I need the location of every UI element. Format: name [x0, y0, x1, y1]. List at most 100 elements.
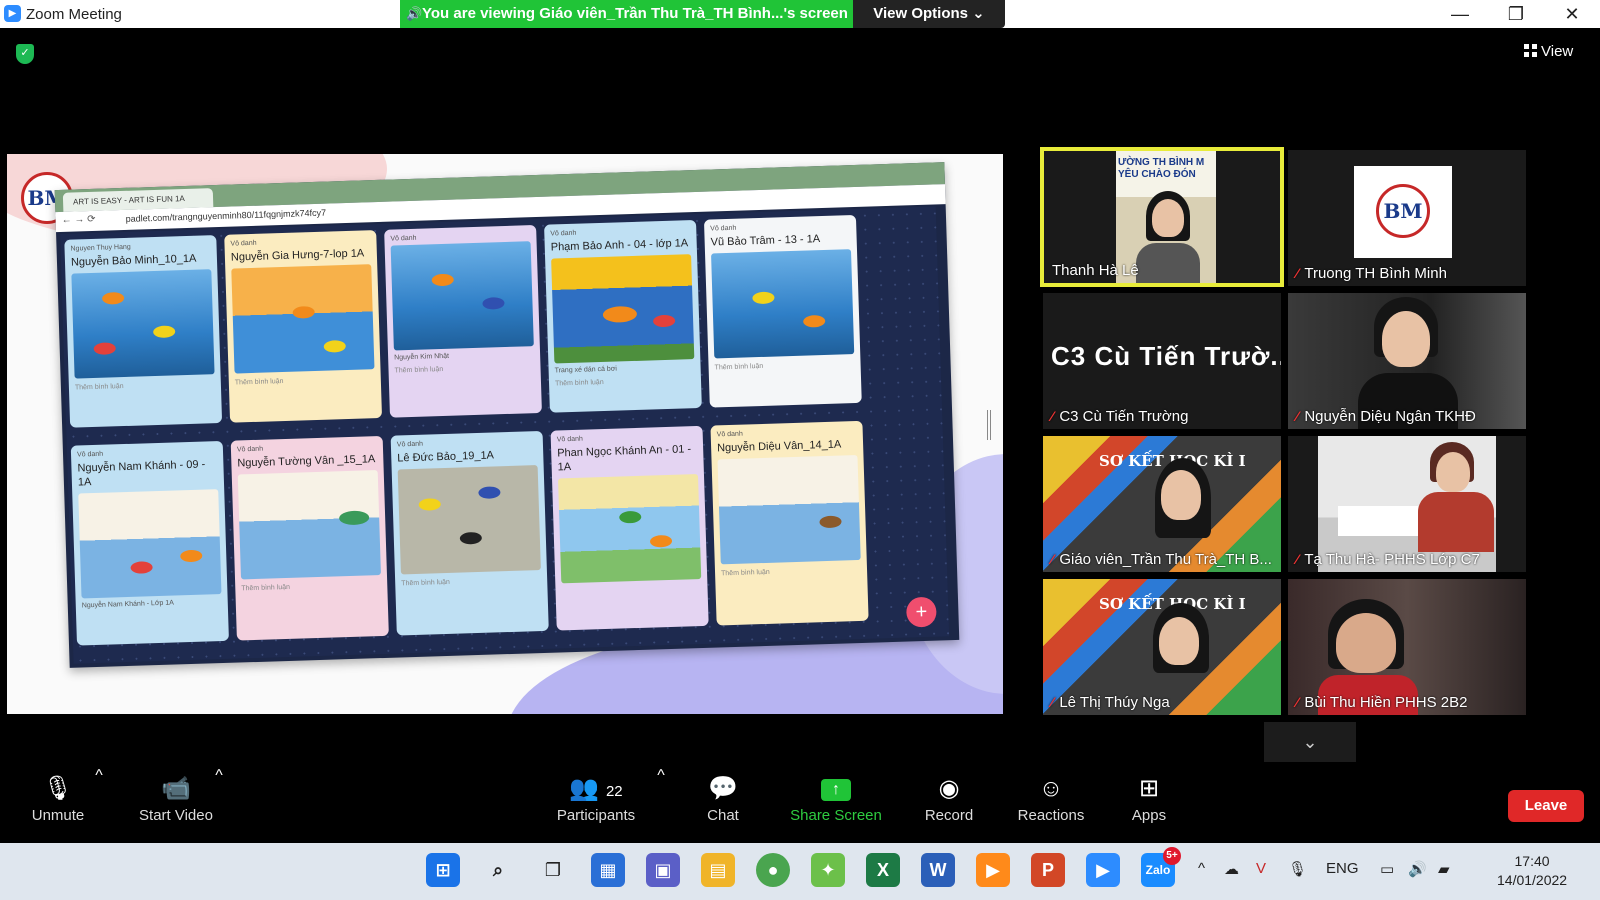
viewing-screen-banner: 🔊 You are viewing Giáo viên_Trần Thu Trà…: [400, 0, 853, 28]
zoom-icon[interactable]: ▶: [1086, 853, 1120, 887]
chat-icon: 💬: [708, 775, 738, 802]
artwork-image: [717, 455, 861, 565]
browser-nav-icons: ← → ⟳: [61, 213, 96, 226]
shared-screen: BM ART IS EASY - ART IS FUN 1A ← → ⟳ pad…: [7, 154, 1003, 714]
participant-name: Giáo viên_Trần Thu Trà_TH B...: [1059, 551, 1272, 568]
video-tile[interactable]: ⁄ Nguyễn Diệu Ngân TKHĐ: [1288, 293, 1526, 429]
artwork-image: [237, 470, 381, 580]
network-icon[interactable]: ▭: [1380, 860, 1394, 878]
padlet-board: Nguyen Thuy Hang Nguyễn Bảo Minh_10_1A T…: [60, 206, 950, 664]
artwork-image: [78, 489, 222, 599]
meeting-controls: 🎙 Unmute ^ 📹 Start Video ^ 👥 22 Particip…: [0, 767, 1600, 843]
apps-icon: ⊞: [1138, 775, 1160, 802]
video-tile[interactable]: ⁄ Tạ Thu Hà- PHHS Lớp C7: [1288, 436, 1526, 572]
notification-badge: 5+: [1163, 847, 1181, 865]
volume-icon[interactable]: 🔊: [1408, 860, 1427, 878]
app-icon[interactable]: ✦: [811, 853, 845, 887]
file-explorer-icon[interactable]: ▤: [701, 853, 735, 887]
encryption-shield-icon[interactable]: ✓: [16, 44, 34, 64]
zoom-logo-icon: ▶: [4, 5, 21, 22]
panel-splitter[interactable]: [987, 410, 991, 440]
v-app-icon[interactable]: V: [1256, 860, 1266, 877]
minimize-button[interactable]: —: [1432, 0, 1488, 28]
zalo-icon[interactable]: Zalo 5+: [1141, 847, 1181, 887]
padlet-card: Vô danh Nguyễn Kim Nhật Thêm bình luận: [384, 224, 542, 418]
view-options-button[interactable]: View Options ⌄: [853, 0, 1005, 28]
padlet-card: Vô danh Phan Ngọc Khánh An - 01 - 1A: [550, 425, 709, 631]
mic-muted-icon: ⁄: [1296, 551, 1299, 567]
media-player-icon[interactable]: ▶: [976, 853, 1010, 887]
video-options-caret-icon[interactable]: ^: [212, 767, 226, 843]
next-page-chevron-icon[interactable]: ⌄: [1264, 722, 1356, 762]
participant-name: Lê Thị Thúy Nga: [1059, 694, 1170, 711]
clock-date: 14/01/2022: [1497, 872, 1568, 888]
artwork-image: [231, 264, 375, 374]
participants-button[interactable]: 👥 22 Participants: [548, 767, 644, 843]
browser-url: padlet.com/trangnguyenminh80/11fqgnjmzk7…: [125, 207, 327, 224]
windows-start-icon[interactable]: ⊞: [426, 853, 460, 887]
windows-taskbar: ⊞ ⌕ ❐ ▦ ▣ ▤ ● ✦ X W ▶ P ▶ Zalo 5+ ^ ☁ V 🎙…: [0, 843, 1600, 900]
start-video-button[interactable]: 📹 Start Video: [128, 767, 224, 843]
reaction-smiley-icon: ☺: [1038, 775, 1064, 802]
share-screen-icon: ↑: [821, 778, 851, 801]
leave-button[interactable]: Leave: [1508, 790, 1584, 822]
video-tile[interactable]: SƠ KẾT HỌC KÌ I ⁄Lê Thị Thúy Nga: [1043, 579, 1281, 715]
audio-options-caret-icon[interactable]: ^: [92, 767, 106, 843]
system-clock[interactable]: 17:40 14/01/2022: [1497, 852, 1567, 890]
speaker-icon: 🔊: [406, 6, 423, 21]
video-tile[interactable]: ƯỜNG TH BÌNH M YÊU CHÀO ĐÓN Thanh Hà Lê: [1040, 147, 1284, 287]
unmute-button[interactable]: 🎙 Unmute: [18, 767, 98, 843]
mic-muted-icon: ⁄: [1051, 551, 1054, 567]
mic-muted-icon: 🎙: [42, 775, 74, 802]
shared-browser-window: ART IS EASY - ART IS FUN 1A ← → ⟳ padlet…: [54, 162, 960, 668]
add-post-button[interactable]: +: [905, 596, 937, 628]
excel-icon[interactable]: X: [866, 853, 900, 887]
chat-button[interactable]: 💬 Chat: [690, 767, 756, 843]
language-indicator[interactable]: ENG: [1326, 860, 1359, 877]
mic-muted-icon: ⁄: [1051, 408, 1054, 424]
participant-name: Thanh Hà Lê: [1052, 262, 1139, 279]
view-button[interactable]: View: [1524, 40, 1590, 64]
padlet-card: Nguyen Thuy Hang Nguyễn Bảo Minh_10_1A T…: [64, 235, 223, 428]
chevron-up-icon[interactable]: ^: [1198, 860, 1205, 877]
powerpoint-icon[interactable]: P: [1031, 853, 1065, 887]
padlet-card: Vô danh Phạm Bảo Anh - 04 - lớp 1A Trang…: [544, 219, 702, 413]
close-button[interactable]: ✕: [1544, 0, 1600, 28]
mic-muted-icon: ⁄: [1296, 265, 1299, 281]
microphone-icon[interactable]: 🎙: [1288, 860, 1307, 878]
participant-name: Bùi Thu Hiền PHHS 2B2: [1304, 694, 1468, 711]
artwork-image: [711, 249, 855, 359]
title-bar: ▶ Zoom Meeting 🔊 You are viewing Giáo vi…: [0, 0, 1600, 28]
participants-count: 22: [605, 783, 623, 800]
video-tile[interactable]: SƠ KẾT HỌC KÌ I ⁄Giáo viên_Trần Thu Trà_…: [1043, 436, 1281, 572]
artwork-image: [397, 465, 541, 575]
search-icon[interactable]: ⌕: [481, 853, 515, 887]
record-icon: ◉: [938, 775, 960, 802]
padlet-card: Vô danh Lê Đức Bảo_19_1A Thêm bình luận: [390, 430, 549, 636]
task-view-icon[interactable]: ❐: [536, 853, 570, 887]
chrome-icon[interactable]: ●: [756, 853, 790, 887]
padlet-card: Vô danh Vũ Bảo Trâm - 13 - 1A Thêm bình …: [703, 214, 862, 408]
chevron-down-icon: ⌄: [972, 5, 985, 22]
cloud-icon[interactable]: ☁: [1224, 860, 1239, 878]
mic-muted-icon: ⁄: [1051, 694, 1054, 710]
video-off-icon: 📹: [161, 775, 191, 802]
view-label: View: [1541, 43, 1574, 60]
share-screen-button[interactable]: ↑ Share Screen: [786, 767, 886, 843]
reactions-button[interactable]: ☺ Reactions: [1008, 767, 1094, 843]
welcome-banner: ƯỜNG TH BÌNH M YÊU CHÀO ĐÓN: [1118, 157, 1205, 180]
maximize-button[interactable]: ❐: [1488, 0, 1544, 28]
video-tile[interactable]: ⁄ Bùi Thu Hiền PHHS 2B2: [1288, 579, 1526, 715]
padlet-card: Vô danh Nguyễn Gia Hưng-7-lop 1A Thêm bì…: [224, 230, 383, 423]
teams-chat-icon[interactable]: ▣: [646, 853, 680, 887]
record-button[interactable]: ◉ Record: [914, 767, 984, 843]
artwork-image: [71, 269, 215, 379]
avatar: BM: [1354, 166, 1452, 258]
video-tile[interactable]: C3 Cù Tiến Trườ... ⁄ C3 Cù Tiến Trường: [1043, 293, 1281, 429]
widgets-icon[interactable]: ▦: [591, 853, 625, 887]
apps-button[interactable]: ⊞ Apps: [1124, 767, 1174, 843]
battery-icon[interactable]: ▰: [1438, 860, 1450, 878]
participants-options-caret-icon[interactable]: ^: [654, 767, 668, 843]
word-icon[interactable]: W: [921, 853, 955, 887]
video-tile[interactable]: BM ⁄ Truong TH Bình Minh: [1288, 150, 1526, 286]
